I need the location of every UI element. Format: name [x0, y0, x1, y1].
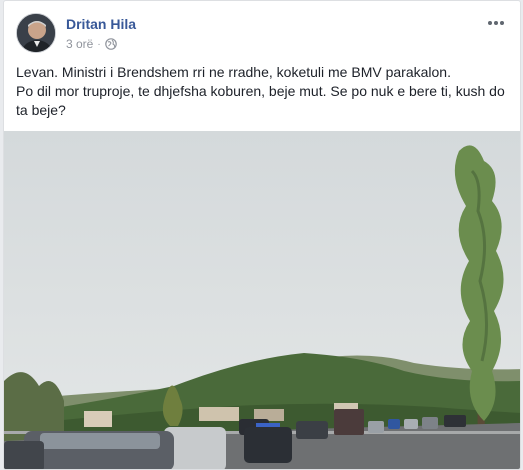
- more-dot: [494, 21, 498, 25]
- building: [84, 411, 112, 427]
- police-car: [244, 427, 292, 463]
- post-meta: 3 orë ·: [66, 37, 117, 51]
- car: [296, 421, 328, 439]
- car: [404, 419, 418, 429]
- post-text: Levan. Ministri i Brendshem rri ne rradh…: [16, 63, 506, 120]
- post-timestamp[interactable]: 3 orë: [66, 37, 93, 51]
- meta-separator: ·: [97, 38, 101, 50]
- building: [199, 407, 239, 421]
- car: [368, 421, 384, 433]
- facebook-post: Dritan Hila 3 orë · Levan. Ministri i Br…: [3, 0, 521, 470]
- globe-icon[interactable]: [104, 38, 117, 50]
- more-dot: [500, 21, 504, 25]
- car: [444, 415, 466, 427]
- post-photo[interactable]: [4, 131, 520, 469]
- author-name-link[interactable]: Dritan Hila: [66, 16, 136, 32]
- post-text-line: Po dil mor truproje, te dhjefsha koburen…: [16, 83, 505, 118]
- car: [388, 419, 400, 429]
- more-options-icon[interactable]: [484, 13, 508, 33]
- more-dot: [488, 21, 492, 25]
- car: [422, 417, 438, 429]
- car: [334, 409, 364, 435]
- author-avatar[interactable]: [16, 13, 56, 53]
- car-near: [4, 441, 44, 469]
- car-near-window: [40, 433, 160, 449]
- post-text-line: Levan. Ministri i Brendshem rri ne rradh…: [16, 64, 451, 80]
- post-header: Dritan Hila 3 orë ·: [16, 13, 508, 57]
- police-light: [256, 423, 280, 427]
